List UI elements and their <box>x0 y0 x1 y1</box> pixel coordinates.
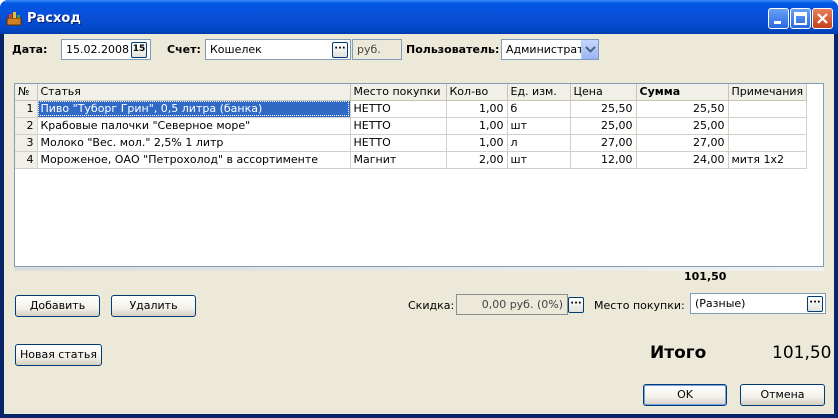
new-item-button[interactable]: Новая статья <box>15 344 102 366</box>
account-label: Счет: <box>167 43 201 56</box>
place-field[interactable]: (Разные) <box>690 293 826 314</box>
calendar-icon: 15 <box>132 44 146 54</box>
account-browse-button[interactable]: ··· <box>332 42 348 58</box>
row-number: 1 <box>15 100 38 118</box>
col-notes[interactable]: Примечания <box>728 84 808 101</box>
calendar-button[interactable]: 15 <box>131 42 147 58</box>
place-browse-button[interactable]: ··· <box>807 296 823 312</box>
app-icon <box>6 12 22 26</box>
col-number[interactable]: № <box>15 84 38 101</box>
table-row[interactable]: 1 Пиво "Туборг Грин", 0,5 литра (банка) … <box>15 100 808 118</box>
discount-value: 0,00 руб. (0%) <box>481 298 563 311</box>
col-sum[interactable]: Сумма <box>636 84 729 101</box>
total-label: Итого <box>650 343 707 363</box>
add-button[interactable]: Добавить <box>15 295 100 317</box>
row-number: 2 <box>15 117 38 135</box>
cell-sum[interactable]: 25,00 <box>636 117 729 135</box>
minimize-icon <box>774 21 781 24</box>
chevron-down-icon <box>585 46 596 53</box>
cell-qty[interactable]: 1,00 <box>446 100 508 118</box>
cell-note[interactable] <box>728 134 808 152</box>
items-grid[interactable]: № Статья Место покупки Кол-во Ед. изм. Ц… <box>14 83 824 267</box>
cell-unit[interactable]: шт <box>507 117 571 135</box>
discount-label: Скидка: <box>408 299 455 312</box>
cell-item[interactable]: Молоко "Вес. мол." 2,5% 1 литр <box>37 134 351 152</box>
cell-note[interactable] <box>728 100 808 118</box>
place-value: (Разные) <box>695 297 746 310</box>
table-row[interactable]: 2 Крабовые палочки "Северное море" НЕТТО… <box>15 117 808 135</box>
date-value: 15.02.2008 <box>66 43 129 56</box>
cell-price[interactable]: 27,00 <box>570 134 637 152</box>
cell-note[interactable] <box>728 117 808 135</box>
account-field[interactable]: Кошелек <box>205 39 351 60</box>
user-dropdown-button[interactable] <box>581 40 598 59</box>
cell-item[interactable]: Крабовые палочки "Северное море" <box>37 117 351 135</box>
col-price[interactable]: Цена <box>570 84 637 101</box>
cell-place[interactable]: Магнит <box>350 151 447 169</box>
cell-qty[interactable]: 2,00 <box>446 151 508 169</box>
cell-unit[interactable]: л <box>507 134 571 152</box>
cell-unit[interactable]: б <box>507 100 571 118</box>
row-number: 3 <box>15 134 38 152</box>
col-place[interactable]: Место покупки <box>350 84 447 101</box>
place-label: Место покупки: <box>594 299 685 312</box>
cell-note[interactable]: митя 1х2 <box>728 151 808 169</box>
cell-place[interactable]: НЕТТО <box>350 134 447 152</box>
close-icon <box>817 13 828 24</box>
delete-button[interactable]: Удалить <box>111 295 196 317</box>
grid-footer-total: 101,50 <box>684 270 727 283</box>
discount-field: 0,00 руб. (0%) <box>456 294 568 315</box>
cell-item[interactable]: Мороженое, ОАО "Петрохолод" в ассортимен… <box>37 151 351 169</box>
table-row[interactable]: 4 Мороженое, ОАО "Петрохолод" в ассортим… <box>15 151 808 169</box>
minimize-button[interactable] <box>768 8 789 29</box>
col-qty[interactable]: Кол-во <box>446 84 508 101</box>
col-unit[interactable]: Ед. изм. <box>507 84 571 101</box>
row-number: 4 <box>15 151 38 169</box>
cell-unit[interactable]: шт <box>507 151 571 169</box>
cell-sum[interactable]: 27,00 <box>636 134 729 152</box>
cell-place[interactable]: НЕТТО <box>350 100 447 118</box>
title-bar[interactable]: Расход <box>0 0 838 34</box>
cell-sum[interactable]: 24,00 <box>636 151 729 169</box>
user-label: Пользователь: <box>406 43 500 56</box>
maximize-button[interactable] <box>790 8 811 29</box>
maximize-icon <box>794 12 807 25</box>
currency-field: руб. <box>352 39 402 60</box>
cell-sum[interactable]: 25,50 <box>636 100 729 118</box>
ellipsis-icon: ··· <box>570 298 582 309</box>
cell-price[interactable]: 12,00 <box>570 151 637 169</box>
table-row[interactable]: 3 Молоко "Вес. мол." 2,5% 1 литр НЕТТО 1… <box>15 134 808 152</box>
discount-button[interactable]: ··· <box>568 297 584 313</box>
total-value: 101,50 <box>772 343 832 363</box>
expense-window: Расход Дата: 15.02.2008 15 Счет: Кошелек… <box>0 0 838 418</box>
currency-value: руб. <box>357 43 381 56</box>
cell-qty[interactable]: 1,00 <box>446 134 508 152</box>
col-item[interactable]: Статья <box>37 84 351 101</box>
ellipsis-icon: ··· <box>809 297 821 308</box>
cell-price[interactable]: 25,00 <box>570 117 637 135</box>
cell-place[interactable]: НЕТТО <box>350 117 447 135</box>
window-title: Расход <box>27 11 81 26</box>
cancel-button[interactable]: Отмена <box>740 384 825 406</box>
date-label: Дата: <box>12 43 48 56</box>
items-table: № Статья Место покупки Кол-во Ед. изм. Ц… <box>15 84 808 169</box>
ok-button[interactable]: OK <box>643 384 727 406</box>
cell-price[interactable]: 25,50 <box>570 100 637 118</box>
ellipsis-icon: ··· <box>334 43 346 54</box>
close-button[interactable] <box>812 8 833 29</box>
table-header: № Статья Место покупки Кол-во Ед. изм. Ц… <box>15 84 808 101</box>
dialog-body: Дата: 15.02.2008 15 Счет: Кошелек ··· ру… <box>4 34 834 414</box>
account-value: Кошелек <box>210 43 262 56</box>
cell-qty[interactable]: 1,00 <box>446 117 508 135</box>
cell-item[interactable]: Пиво "Туборг Грин", 0,5 литра (банка) <box>37 100 351 118</box>
